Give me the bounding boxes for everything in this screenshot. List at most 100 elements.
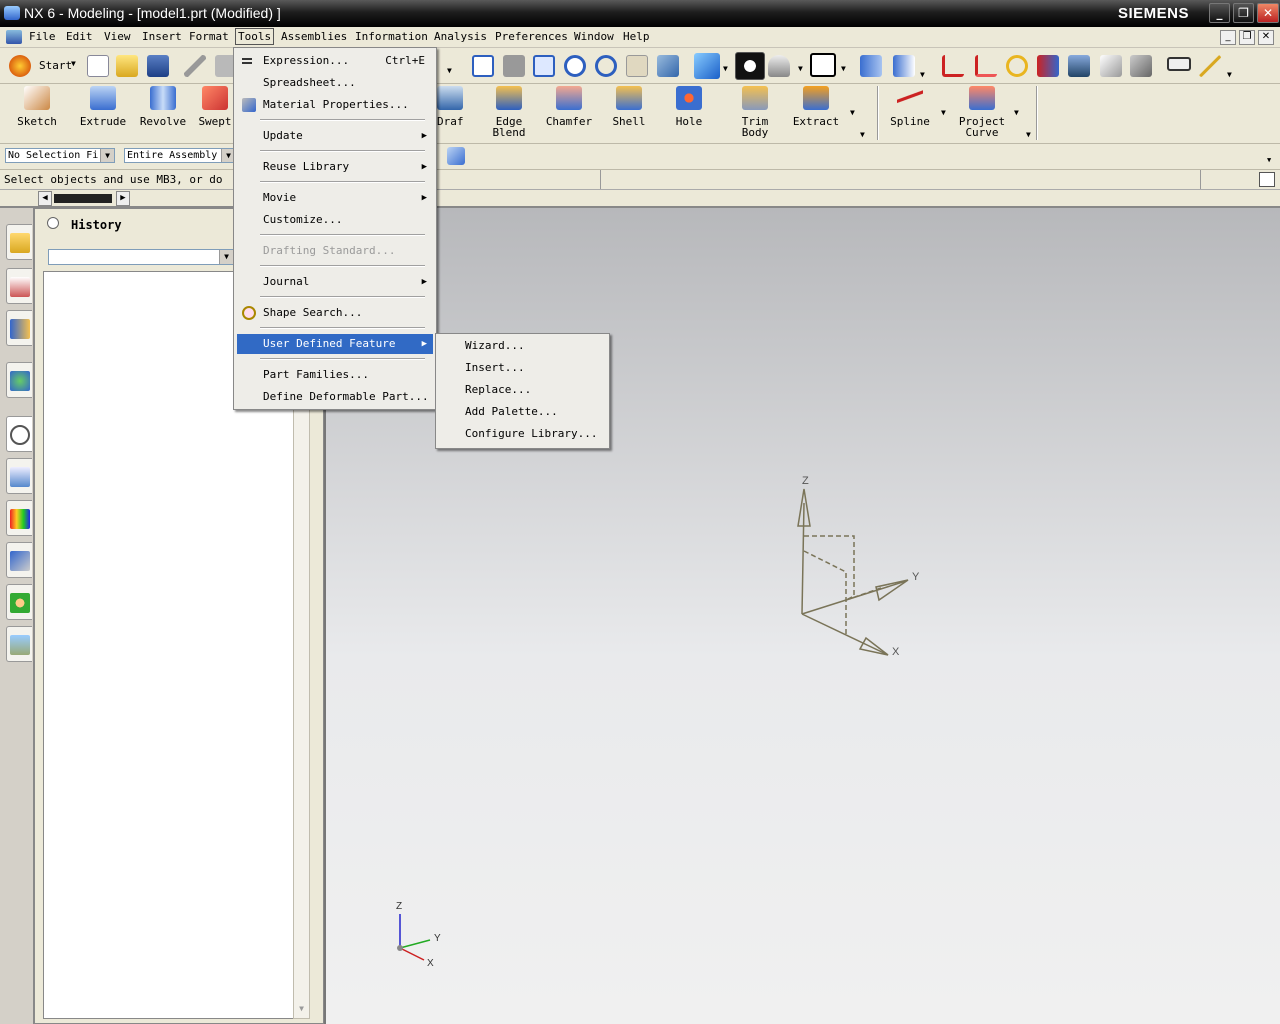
menu-format[interactable]: Format — [189, 30, 229, 43]
chevron-down-icon[interactable]: ▼ — [447, 66, 452, 75]
tab-part-navigator[interactable] — [6, 310, 32, 346]
spline-button[interactable]: Spline — [885, 86, 935, 127]
zoom-in-out-icon[interactable] — [564, 55, 586, 77]
menu-item-material-properties[interactable]: Material Properties... — [237, 95, 433, 115]
open-folder-icon[interactable] — [116, 55, 138, 77]
menu-edit[interactable]: Edit — [66, 30, 93, 43]
chevron-down-icon[interactable]: ▼ — [850, 108, 855, 117]
select-filter-icon[interactable] — [1130, 55, 1152, 77]
doc-close-button[interactable]: ✕ — [1258, 30, 1274, 45]
select-tools-icon[interactable] — [1068, 55, 1090, 77]
selection-scope-combo[interactable]: Entire Assembly ▼ — [124, 148, 236, 163]
full-screen-icon[interactable] — [1259, 172, 1275, 187]
udf-item-replace[interactable]: Replace... — [439, 380, 607, 400]
menu-item-movie[interactable]: Movie ▶ — [237, 188, 433, 208]
tab-assembly-navigator[interactable] — [6, 224, 32, 260]
snap-icon[interactable] — [1037, 55, 1059, 77]
datum-csys[interactable] — [797, 488, 909, 656]
menu-item-user-defined-feature[interactable]: User Defined Feature ▶ — [237, 334, 433, 354]
cut-icon[interactable] — [184, 55, 206, 77]
close-button[interactable]: ✕ — [1257, 3, 1279, 23]
perspective-icon[interactable] — [657, 55, 679, 77]
restore-button[interactable]: ❐ — [1233, 3, 1254, 23]
revolve-button[interactable]: Revolve — [138, 86, 188, 127]
menu-analysis[interactable]: Analysis — [434, 30, 487, 43]
tab-constraint-navigator[interactable] — [6, 268, 32, 304]
menu-view[interactable]: View — [104, 30, 131, 43]
chevron-down-icon[interactable]: ▼ — [860, 130, 865, 139]
fit-icon[interactable] — [472, 55, 494, 77]
menu-item-expression[interactable]: Expression... Ctrl+E — [237, 51, 433, 71]
chevron-down-icon[interactable]: ▼ — [1014, 108, 1019, 117]
extrude-button[interactable]: Extrude — [78, 86, 128, 127]
tab-reuse-library[interactable] — [6, 500, 32, 536]
clip-icon[interactable] — [893, 55, 915, 77]
menu-help[interactable]: Help — [623, 30, 650, 43]
pointer-icon[interactable] — [1100, 55, 1122, 77]
udf-item-insert[interactable]: Insert... — [439, 358, 607, 378]
chevron-down-icon[interactable]: ▼ — [219, 250, 233, 264]
tab-system-materials[interactable] — [6, 584, 32, 620]
udf-item-configure-library[interactable]: Configure Library... — [439, 424, 607, 444]
shaded-icon[interactable] — [768, 55, 790, 77]
trim-body-button[interactable]: Trim Body — [730, 86, 780, 138]
draft-button[interactable]: Draft — [437, 86, 463, 127]
menu-item-part-families[interactable]: Part Families... — [237, 365, 433, 385]
chevron-down-icon[interactable]: ▼ — [798, 64, 803, 73]
menu-file[interactable]: File — [29, 30, 56, 43]
menu-item-shape-search[interactable]: Shape Search... — [237, 303, 433, 323]
tab-roles[interactable] — [6, 542, 32, 578]
pan-icon[interactable] — [626, 55, 648, 77]
menu-information[interactable]: Information — [355, 30, 428, 43]
extract-button[interactable]: Extract — [790, 86, 842, 127]
chevron-down-icon[interactable]: ▼ — [723, 64, 728, 73]
sketch-button[interactable]: Sketch — [14, 86, 60, 127]
chevron-down-icon[interactable]: ▼ — [1026, 130, 1031, 139]
edge-blend-button[interactable]: Edge Blend — [484, 86, 534, 138]
panel-scrollbar-thumb[interactable] — [54, 194, 112, 203]
chevron-down-icon[interactable]: ▼ — [1227, 70, 1232, 79]
graphics-window[interactable]: Z Y X Z Y X — [324, 208, 1280, 1024]
udf-item-add-palette[interactable]: Add Palette... — [439, 402, 607, 422]
zoom-window-icon[interactable] — [503, 55, 525, 77]
menu-item-update[interactable]: Update ▶ — [237, 126, 433, 146]
scroll-left-icon[interactable]: ◀ — [38, 191, 52, 206]
menu-item-journal[interactable]: Journal ▶ — [237, 272, 433, 292]
wcs-icon[interactable] — [942, 55, 964, 77]
chevron-down-icon[interactable]: ▼ — [100, 149, 114, 162]
chevron-down-icon[interactable]: ▼ — [941, 108, 946, 117]
swept-button[interactable]: Swept — [198, 86, 232, 127]
menu-item-spreadsheet[interactable]: Spreadsheet... — [237, 73, 433, 93]
menu-item-define-deformable-part[interactable]: Define Deformable Part... — [237, 387, 433, 407]
menu-window[interactable]: Window — [574, 30, 614, 43]
hole-button[interactable]: Hole — [664, 86, 714, 127]
render-style-icon[interactable] — [735, 52, 765, 80]
project-curve-button[interactable]: Project Curve — [955, 86, 1009, 138]
section-view-icon[interactable] — [860, 55, 882, 77]
new-file-icon[interactable] — [87, 55, 109, 77]
scroll-down-icon[interactable]: ▼ — [294, 1004, 309, 1018]
background-icon[interactable] — [810, 53, 836, 77]
chevron-down-icon[interactable]: ▼ — [1267, 156, 1271, 164]
doc-icon[interactable] — [6, 30, 22, 44]
chevron-down-icon[interactable]: ▼ — [920, 70, 925, 79]
menu-tools[interactable]: Tools — [235, 28, 275, 45]
wcs-origin-icon[interactable] — [975, 55, 997, 77]
tab-history[interactable] — [6, 416, 32, 452]
orient-view-icon[interactable] — [694, 53, 720, 79]
zoom-icon[interactable] — [533, 55, 555, 77]
doc-minimize-button[interactable]: _ — [1220, 30, 1236, 45]
minimize-button[interactable]: _ — [1209, 3, 1230, 23]
nx-app-icon[interactable] — [4, 6, 20, 20]
menu-item-reuse-library[interactable]: Reuse Library ▶ — [237, 157, 433, 177]
rotate-icon[interactable] — [595, 55, 617, 77]
start-button[interactable]: Start ▼ — [5, 53, 80, 79]
measure-distance-icon[interactable] — [1167, 57, 1191, 71]
type-filter-combo[interactable]: No Selection Fi ▼ — [5, 148, 115, 163]
scroll-right-icon[interactable]: ▶ — [116, 191, 130, 206]
tab-process-studio[interactable] — [6, 458, 32, 494]
menu-assemblies[interactable]: Assemblies — [281, 30, 347, 43]
udf-item-wizard[interactable]: Wizard... — [439, 336, 607, 356]
wcs-rotate-icon[interactable] — [1006, 55, 1028, 77]
doc-restore-button[interactable]: ❐ — [1239, 30, 1255, 45]
